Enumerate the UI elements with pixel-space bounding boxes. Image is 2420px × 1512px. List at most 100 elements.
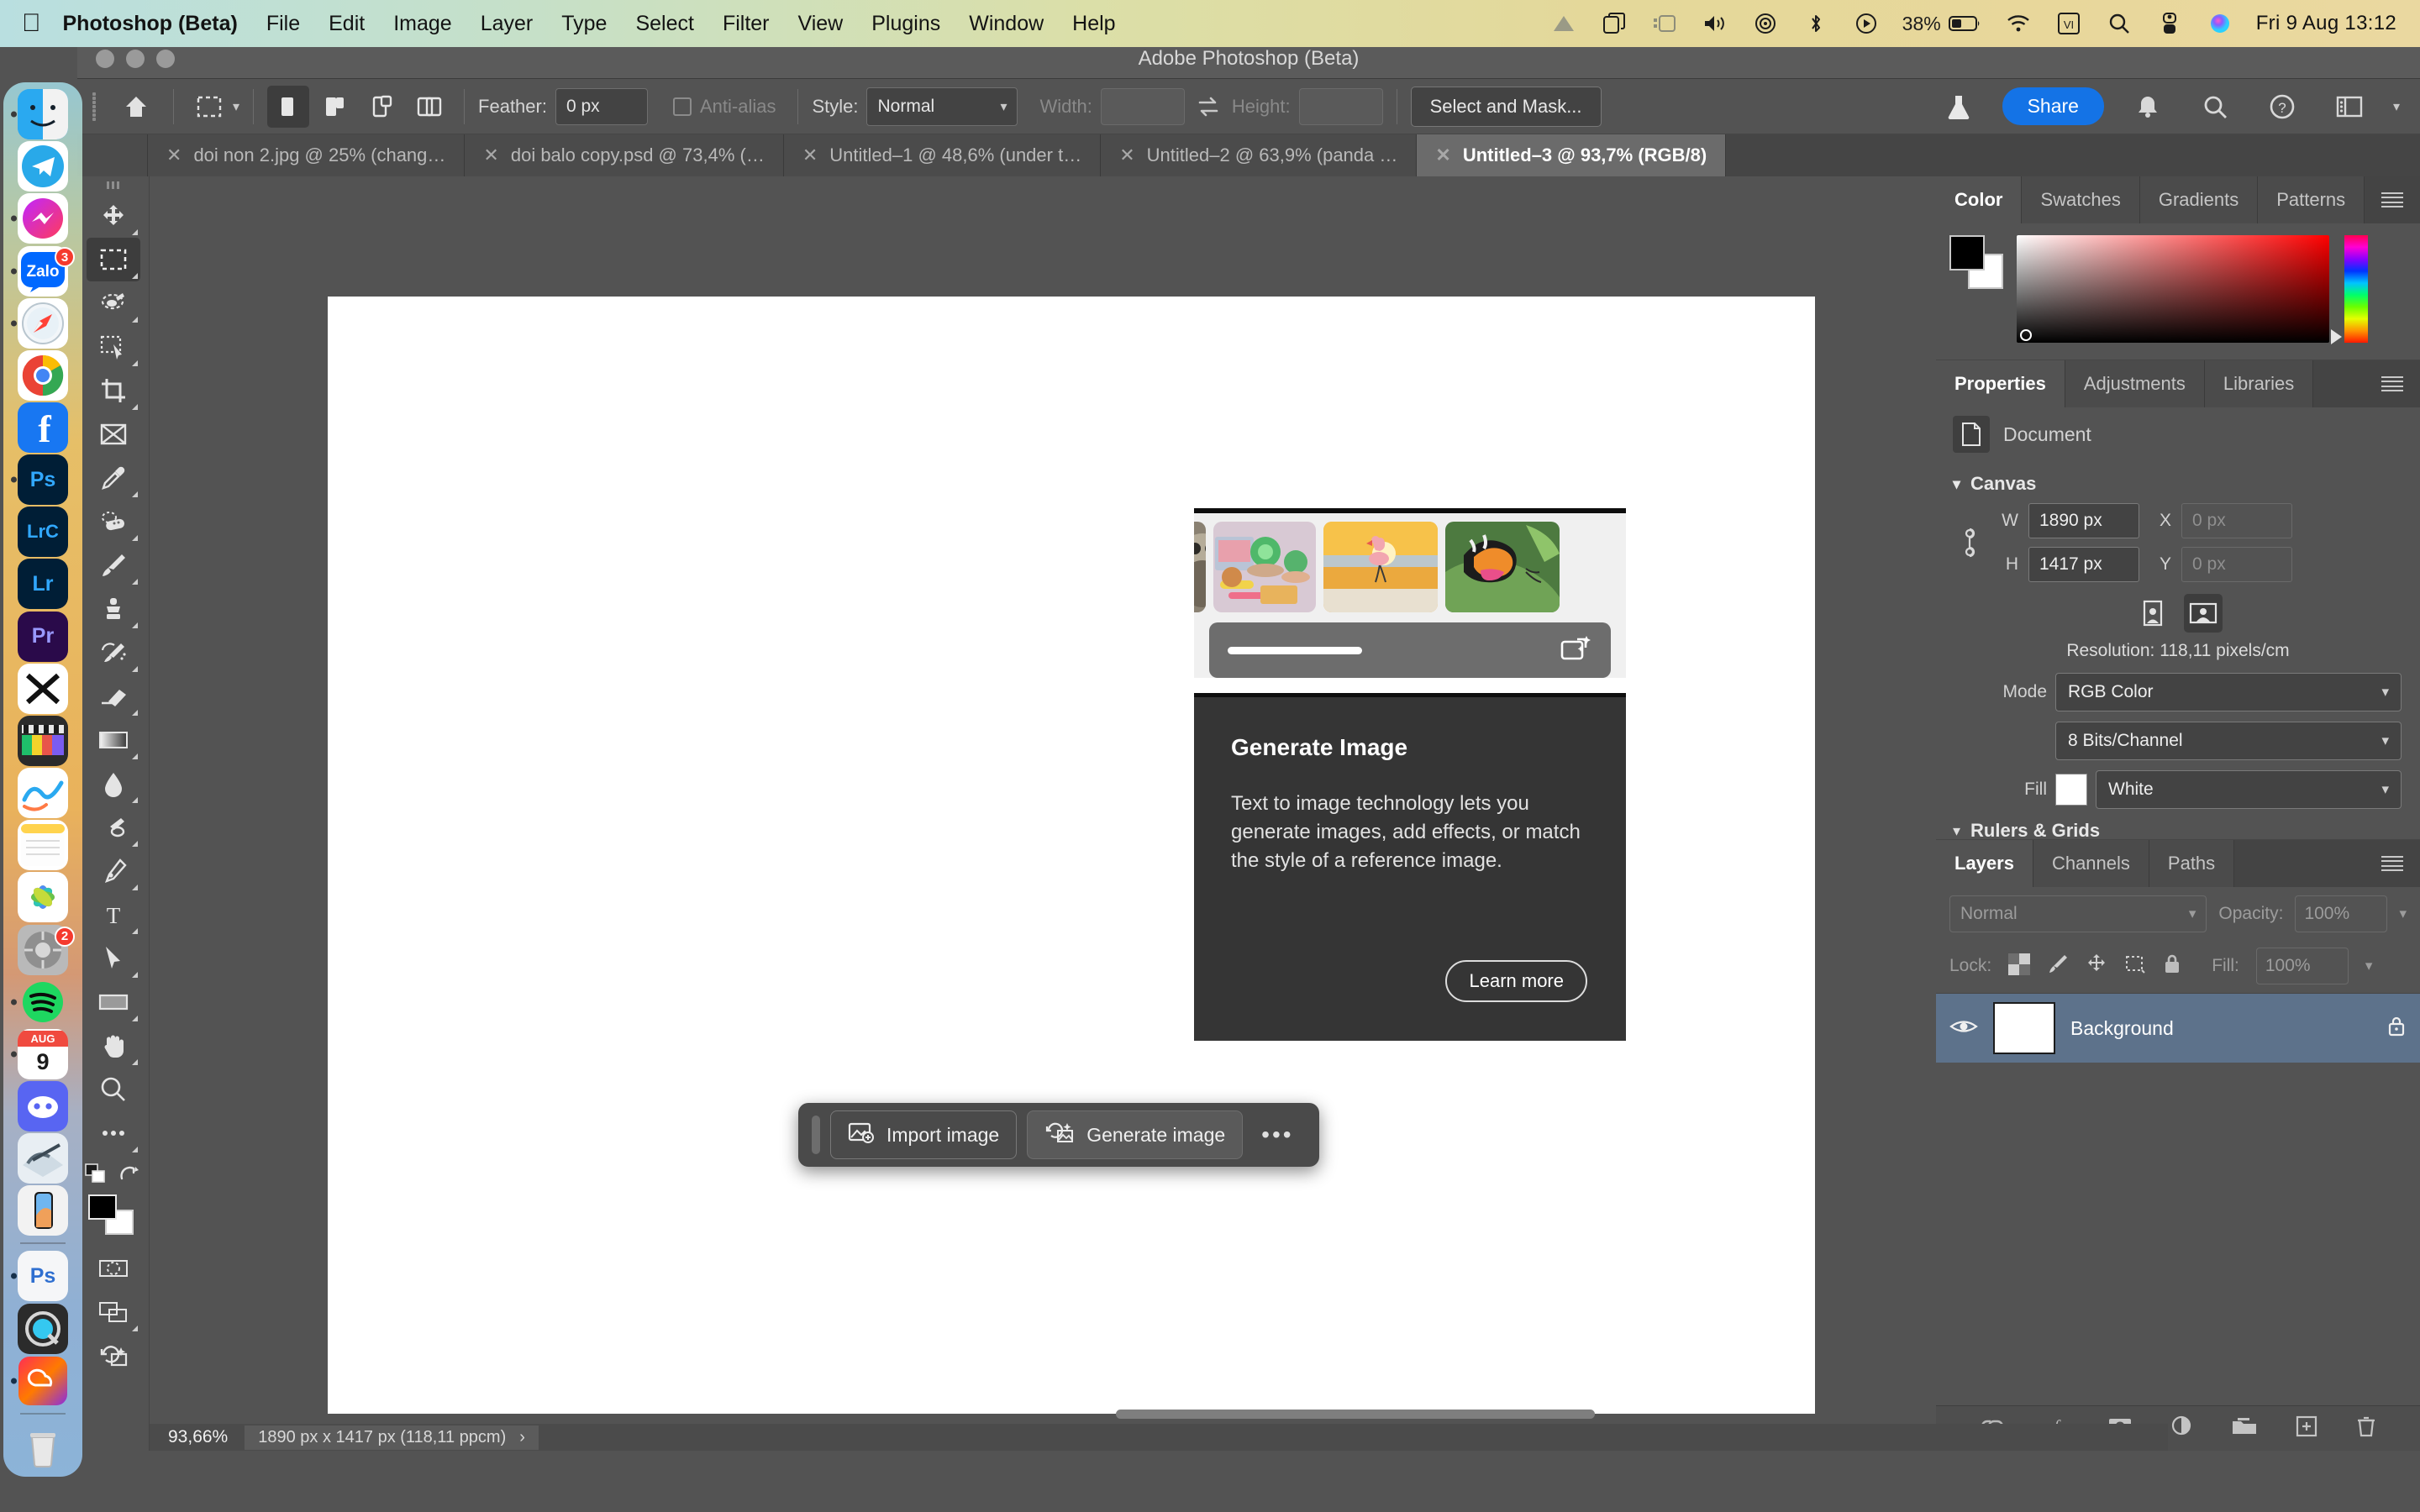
dock-item-trash[interactable] [6,1421,80,1472]
menu-item-edit[interactable]: Edit [314,12,379,36]
tools-panel-grip[interactable] [107,181,119,189]
learn-more-button[interactable]: Learn more [1445,960,1587,1002]
foreground-background-swatches[interactable] [87,1193,140,1238]
tool-rectangle[interactable] [87,980,140,1024]
chevron-down-icon[interactable]: ▾ [2393,98,2400,115]
tool-preset-picker[interactable] [187,87,233,126]
close-icon[interactable]: ✕ [166,144,182,166]
blend-mode-select[interactable]: Normal ▾ [1949,895,2207,932]
close-icon[interactable]: ✕ [483,144,498,166]
desk-plants-thumbnail[interactable] [1213,522,1316,612]
tool-rectangular-marquee[interactable] [86,238,140,281]
lock-position-icon[interactable] [2086,953,2107,979]
workspace-icon[interactable] [2326,87,2373,127]
layer-thumbnail[interactable] [1993,1002,2055,1054]
lock-image-pixels-icon[interactable] [2047,953,2069,979]
rulers-grids-section-header[interactable]: ▾ Rulers & Grids [1936,819,2420,839]
fill-input[interactable]: 100% [2255,948,2349,984]
panel-menu-icon[interactable] [2365,840,2420,887]
dock-item-capcut[interactable] [6,663,80,714]
dock-item-photoshop[interactable]: Ps [6,454,80,506]
dock-item-finder[interactable] [6,89,80,140]
foreground-color-swatch[interactable] [87,1194,117,1220]
dock-item-final-cut-pro[interactable] [6,715,80,766]
options-bar-grip[interactable] [92,90,103,123]
bell-icon[interactable] [2124,87,2171,127]
tab-color[interactable]: Color [1936,176,2023,223]
canvas-y-input[interactable]: 0 px [2181,547,2292,582]
chevron-down-icon[interactable]: ▾ [233,98,239,115]
canvas-width-input[interactable]: 1890 px [2028,503,2139,538]
bluetooth-icon[interactable] [1802,11,1830,36]
input-source-vi-icon[interactable]: VI [2054,11,2083,36]
canvas-section-header[interactable]: ▾ Canvas [1936,461,2420,503]
tool-lasso[interactable] [87,281,140,325]
wifi-icon[interactable] [2004,11,2033,36]
tab-swatches[interactable]: Swatches [2022,176,2140,223]
width-input[interactable] [1100,87,1185,125]
chevron-right-icon[interactable]: › [519,1428,525,1447]
fill-color-swatch[interactable] [2055,774,2087,806]
opacity-input[interactable]: 100% [2295,895,2388,932]
screen-mirroring-icon[interactable] [1600,11,1628,36]
menu-item-select[interactable]: Select [621,12,708,36]
dock-item-spotify[interactable] [6,977,80,1027]
bit-depth-select[interactable]: 8 Bits/Channel ▾ [2055,722,2402,760]
dock-item-chrome[interactable] [6,349,80,401]
swap-width-height-icon[interactable] [1185,87,1232,127]
subtract-from-selection-button[interactable] [361,86,403,128]
color-ramp[interactable] [2017,235,2329,343]
tool-brush[interactable] [87,543,140,587]
anti-alias-checkbox[interactable] [672,97,692,116]
menu-item-file[interactable]: File [252,12,314,36]
dock-item-photos[interactable] [6,872,80,923]
battery-indicator[interactable]: 38% [1902,13,1982,35]
tool-type[interactable]: T [87,893,140,937]
apple-logo-icon[interactable]:  [22,11,41,36]
tool-crop[interactable] [87,369,140,412]
generate-sparkle-icon[interactable] [1560,634,1592,667]
intersect-with-selection-button[interactable] [408,86,450,128]
dock-item-creative-cloud[interactable] [6,1356,80,1406]
now-playing-icon[interactable] [1852,11,1881,36]
import-image-button[interactable]: Import image [830,1110,1018,1159]
canvas-horizontal-scrollbar[interactable] [1116,1410,1595,1419]
swap-colors-icon[interactable] [117,1163,142,1189]
tool-frame[interactable] [87,412,140,456]
document-tab-4[interactable]: ✕ Untitled–2 @ 63,9% (panda … [1101,134,1418,176]
tab-paths[interactable]: Paths [2149,840,2235,887]
menu-item-window[interactable]: Window [955,12,1058,36]
owl-thumbnail[interactable] [1194,522,1206,612]
tool-clone-stamp[interactable] [87,587,140,631]
layer-lock-icon[interactable] [2386,1015,2407,1042]
tool-move[interactable] [87,194,140,238]
tool-history-brush[interactable] [87,631,140,675]
dock-item-quicktime[interactable] [6,1303,80,1354]
dock-item-lightroom[interactable]: Lr [6,559,80,610]
canvas-height-input[interactable]: 1417 px [2028,547,2139,582]
dock-item-premiere-pro[interactable]: Pr [6,611,80,662]
menu-item-filter[interactable]: Filter [708,12,784,36]
layer-name[interactable]: Background [2070,1017,2174,1040]
dock-item-discord[interactable] [6,1081,80,1132]
link-dimensions-icon[interactable] [1953,524,1986,561]
menu-item-plugins[interactable]: Plugins [857,12,955,36]
dock-item-notes[interactable] [6,820,80,871]
panel-menu-icon[interactable] [2365,360,2420,407]
dock-item-xcode-like[interactable] [6,1133,80,1184]
select-and-mask-button[interactable]: Select and Mask... [1410,86,1602,127]
adobe-cc-icon[interactable] [1549,11,1578,36]
beaker-icon[interactable] [1935,87,1982,127]
dock-item-system-settings[interactable]: 2 [6,924,80,975]
dock-item-photoshop-beta[interactable]: Ps [6,1251,80,1302]
chevron-down-icon[interactable]: ▾ [2399,906,2407,922]
tool-edit-toolbar[interactable] [87,1111,140,1155]
menu-clock[interactable]: Fri 9 Aug 13:12 [2256,12,2396,35]
lock-artboard-icon[interactable] [2124,953,2146,979]
adjustment-layer-icon[interactable] [2170,1415,2195,1442]
reference-thumbnail-strip[interactable] [1194,513,1626,619]
tab-properties[interactable]: Properties [1936,360,2065,407]
generate-image-button[interactable]: Generate image [1027,1110,1244,1159]
menu-item-help[interactable]: Help [1058,12,1129,36]
dock-item-calendar[interactable]: AUG 9 [6,1028,80,1079]
